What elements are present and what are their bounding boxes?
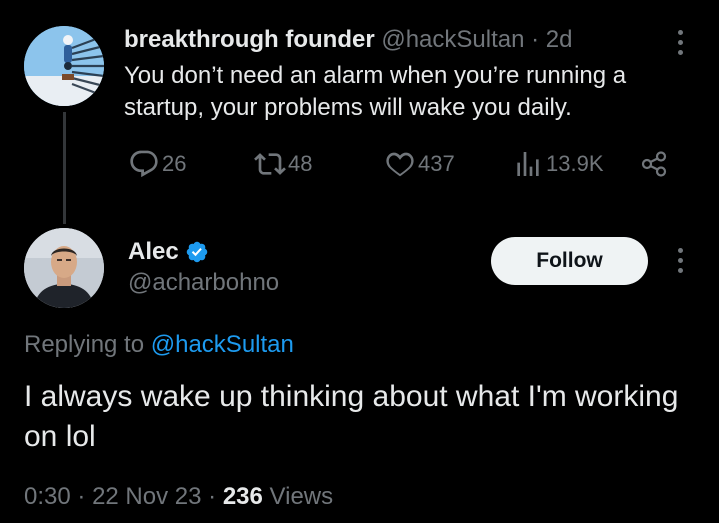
reply-tweet-text: I always wake up thinking about what I'm… [24,380,679,453]
parent-author-avatar[interactable] [24,26,104,106]
replying-to-mention[interactable]: @hackSultan [151,331,294,358]
header-separator: · [531,26,540,53]
reply-action[interactable]: 26 [128,146,186,182]
replying-to-prefix: Replying to [24,331,145,358]
reply-count: 26 [162,151,187,176]
views-count: 13.9K [546,151,604,176]
parent-more-icon[interactable] [676,30,684,55]
verified-badge-icon[interactable] [185,240,209,264]
follow-button[interactable]: Follow [491,237,648,285]
heart-icon [386,152,414,177]
reply-author-name[interactable]: Alec [128,236,179,268]
avatar-image [24,228,104,308]
thread-connector-line [63,112,66,224]
reply-time[interactable]: 0:30 [24,483,71,510]
reply-tweet-meta: 0:30 · 22 Nov 23 · 236 Views [24,480,333,514]
share-action[interactable] [638,146,670,182]
reply-views-count: 236 [222,483,263,510]
like-action[interactable]: 437 [384,146,455,182]
parent-author-name[interactable]: breakthrough founder [124,26,375,53]
retweet-action[interactable]: 48 [254,146,312,182]
meta-separator: · [77,483,86,510]
parent-tweet-age[interactable]: 2d [546,26,573,53]
parent-tweet-text: You don’t need an alarm when you’re runn… [124,62,627,121]
parent-tweet-header: breakthrough founder @hackSultan · 2d [124,24,573,56]
replying-to-line: Replying to @hackSultan [24,328,294,362]
like-count: 437 [418,151,455,176]
avatar-image [24,26,104,106]
meta-separator: · [208,483,217,510]
parent-author-handle[interactable]: @hackSultan [381,26,524,53]
retweet-count: 48 [288,151,313,176]
reply-author-avatar[interactable] [24,228,104,308]
reply-icon [130,150,158,178]
reply-author-name-row: Alec [128,236,209,268]
share-icon [641,151,667,177]
retweet-icon [254,153,286,175]
reply-author-handle[interactable]: @acharbohno [128,267,279,299]
reply-more-icon[interactable] [676,248,684,273]
analytics-icon [517,152,539,176]
reply-date[interactable]: 22 Nov 23 [92,483,201,510]
views-action[interactable]: 13.9K [512,146,604,182]
reply-views-label: Views [269,483,334,510]
